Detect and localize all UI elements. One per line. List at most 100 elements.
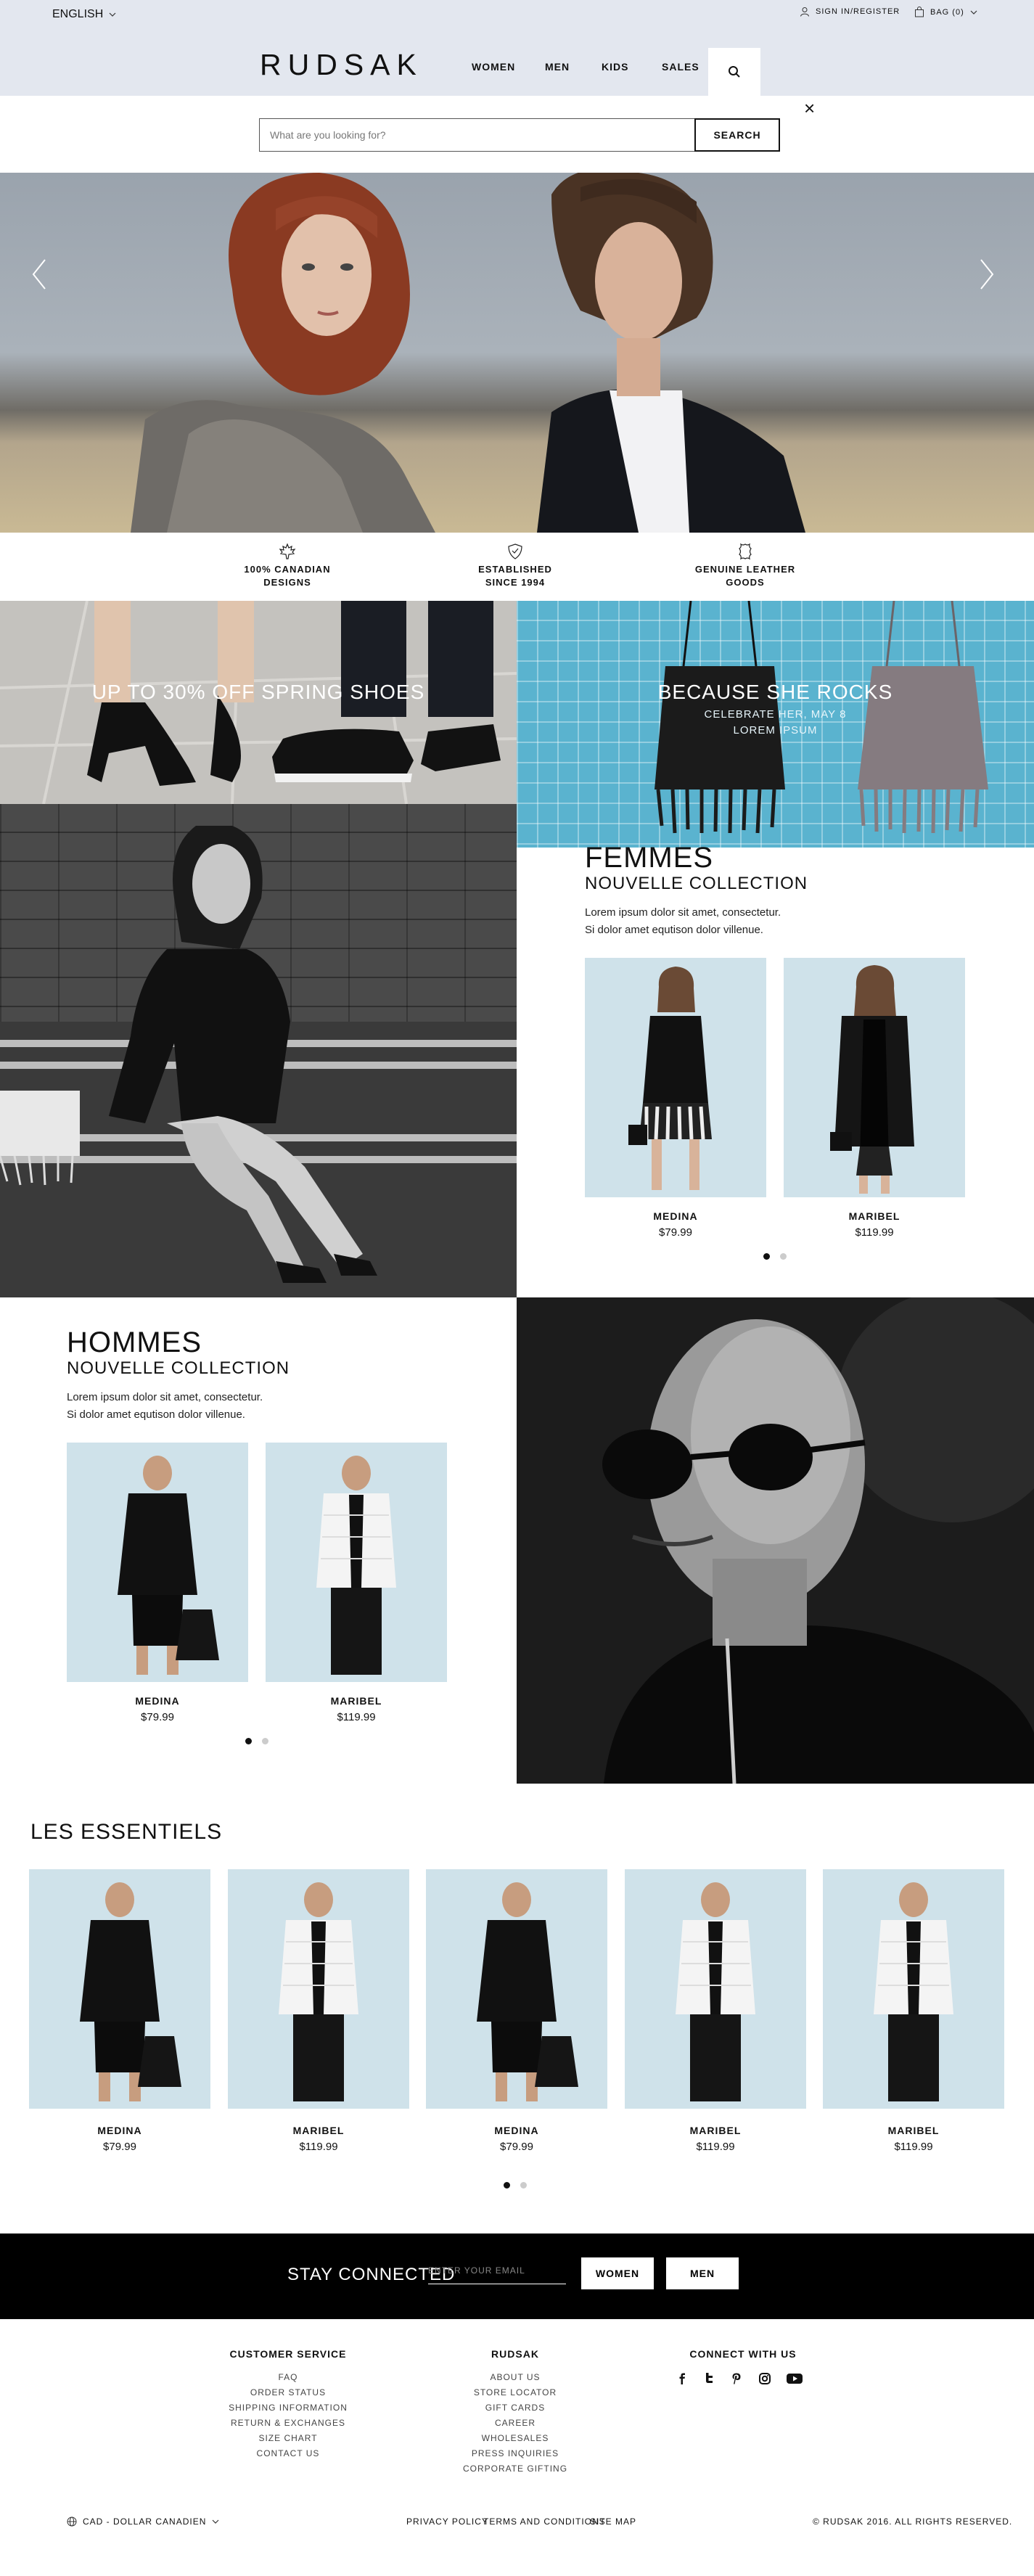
chevron-down-icon [970, 10, 977, 15]
nav-sales[interactable]: SALES [662, 61, 699, 73]
product-name[interactable]: MEDINA [67, 1695, 248, 1707]
product-price: $79.99 [141, 1711, 174, 1723]
product-card[interactable]: MARIBEL $119.99 [228, 1869, 409, 2153]
product-price: $119.99 [894, 2141, 933, 2153]
promo-shoes[interactable]: UP TO 30% OFF SPRING SHOES [0, 601, 517, 804]
hero-banner[interactable] [0, 173, 1034, 533]
promo-bags[interactable]: BECAUSE SHE ROCKS CELEBRATE HER, MAY 8 L… [517, 601, 1034, 848]
footer-link[interactable]: RETURN & EXCHANGES [194, 2416, 382, 2431]
instagram-icon[interactable] [759, 2373, 771, 2387]
hommes-photo-art [517, 1297, 1034, 1784]
product-image[interactable] [585, 958, 766, 1197]
product-card[interactable]: MARIBEL $119.99 [823, 1869, 1004, 2153]
product-image[interactable] [67, 1443, 248, 1682]
carousel-dot[interactable] [262, 1738, 268, 1744]
product-card[interactable]: MEDINA $79.99 [67, 1443, 248, 1723]
footer-link[interactable]: GIFT CARDS [421, 2400, 610, 2416]
feature-line1: GENUINE LEATHER [694, 564, 796, 575]
carousel-dot-active[interactable] [504, 2182, 510, 2189]
footer-link[interactable]: PRESS INQUIRIES [421, 2446, 610, 2461]
footer-link[interactable]: CAREER [421, 2416, 610, 2431]
product-name[interactable]: MARIBEL [625, 2125, 806, 2136]
bag-link[interactable]: BAG (0) [914, 7, 977, 17]
shield-icon [508, 543, 522, 559]
logo[interactable]: RUDSAK [260, 48, 423, 82]
carousel-dot[interactable] [520, 2182, 527, 2189]
chevron-down-icon [212, 2519, 219, 2524]
femmes-text-1: Lorem ipsum dolor sit amet, consectetur. [585, 906, 781, 919]
footer-link[interactable]: SHIPPING INFORMATION [194, 2400, 382, 2416]
footer-link[interactable]: FAQ [194, 2370, 382, 2385]
footer-customer-service-title: CUSTOMER SERVICE [229, 2348, 347, 2360]
footer-link[interactable]: ORDER STATUS [194, 2385, 382, 2400]
footer-link[interactable]: STORE LOCATOR [421, 2385, 610, 2400]
product-name[interactable]: MEDINA [426, 2125, 607, 2136]
product-name[interactable]: MEDINA [29, 2125, 210, 2136]
product-image[interactable] [426, 1869, 607, 2109]
subscribe-men-button[interactable]: MEN [666, 2257, 739, 2289]
product-model-art [830, 965, 914, 1194]
carousel-dot-active[interactable] [763, 1253, 770, 1260]
product-image[interactable] [266, 1443, 447, 1682]
email-input[interactable]: ENTER YOUR EMAIL [428, 2265, 566, 2284]
femmes-text-2: Si dolor amet equtison dolor villenue. [585, 924, 763, 936]
product-model-art [874, 1882, 953, 2101]
product-name[interactable]: MARIBEL [266, 1695, 447, 1707]
product-image[interactable] [823, 1869, 1004, 2109]
pinterest-icon[interactable] [731, 2373, 742, 2387]
product-card[interactable]: MEDINA $79.99 [426, 1869, 607, 2153]
promo-bags-title: BECAUSE SHE ROCKS [657, 681, 893, 703]
carousel-dot-active[interactable] [245, 1738, 252, 1744]
nav-women[interactable]: WOMEN [472, 61, 515, 73]
product-image[interactable] [784, 958, 965, 1197]
product-name[interactable]: MARIBEL [784, 1210, 965, 1222]
product-image[interactable] [625, 1869, 806, 2109]
footer-link[interactable]: CORPORATE GIFTING [421, 2461, 610, 2477]
carousel-dot[interactable] [780, 1253, 787, 1260]
twitter-icon[interactable] [704, 2373, 714, 2387]
product-card[interactable]: MARIBEL $119.99 [625, 1869, 806, 2153]
product-name[interactable]: MARIBEL [823, 2125, 1004, 2136]
product-name[interactable]: MARIBEL [228, 2125, 409, 2136]
footer-link[interactable]: CONTACT US [194, 2446, 382, 2461]
account-link[interactable]: SIGN IN/REGISTER [800, 7, 900, 17]
product-name[interactable]: MEDINA [585, 1210, 766, 1222]
search-toggle[interactable] [708, 48, 760, 96]
feature-established: ESTABLISHED SINCE 1994 [443, 543, 588, 589]
product-price: $119.99 [337, 1711, 376, 1723]
hommes-feature-image [517, 1297, 1034, 1784]
footer-link[interactable]: SIZE CHART [194, 2431, 382, 2446]
hommes-text-1: Lorem ipsum dolor sit amet, consectetur. [67, 1391, 263, 1403]
product-model-art [628, 967, 712, 1190]
site-map-link[interactable]: SITE MAP [590, 2516, 636, 2527]
feature-line2: DESIGNS [263, 577, 311, 588]
search-input[interactable]: What are you looking for? [259, 118, 694, 152]
nav-kids[interactable]: KIDS [602, 61, 628, 73]
search-button[interactable]: SEARCH [694, 118, 780, 152]
account-label: SIGN IN/REGISTER [816, 7, 900, 16]
nav-men[interactable]: MEN [545, 61, 570, 73]
facebook-icon[interactable] [678, 2373, 686, 2387]
product-card[interactable]: MEDINA $79.99 [29, 1869, 210, 2153]
close-icon[interactable]: × [804, 99, 815, 118]
product-image[interactable] [228, 1869, 409, 2109]
hero-prev-arrow[interactable] [30, 258, 48, 298]
terms-link[interactable]: TERMS AND CONDITIONS [483, 2516, 606, 2527]
promo-bags-line2: LOREM IPSUM [733, 724, 818, 737]
footer-link[interactable]: ABOUT US [421, 2370, 610, 2385]
bag-icon [915, 7, 924, 17]
youtube-icon[interactable] [787, 2373, 803, 2387]
language-selector[interactable]: ENGLISH [52, 8, 116, 21]
product-card[interactable]: MARIBEL $119.99 [784, 958, 965, 1239]
hero-next-arrow[interactable] [978, 258, 996, 298]
globe-icon [67, 2516, 77, 2527]
product-image[interactable] [29, 1869, 210, 2109]
product-card[interactable]: MARIBEL $119.99 [266, 1443, 447, 1723]
product-card[interactable]: MEDINA $79.99 [585, 958, 766, 1239]
footer-link[interactable]: WHOLESALES [421, 2431, 610, 2446]
product-model-art [676, 1882, 755, 2101]
subscribe-women-button[interactable]: WOMEN [581, 2257, 654, 2289]
privacy-policy-link[interactable]: PRIVACY POLICY [406, 2516, 488, 2527]
essentials-title: LES ESSENTIELS [30, 1820, 223, 1844]
currency-selector[interactable]: CAD - DOLLAR CANADIEN [67, 2516, 219, 2527]
